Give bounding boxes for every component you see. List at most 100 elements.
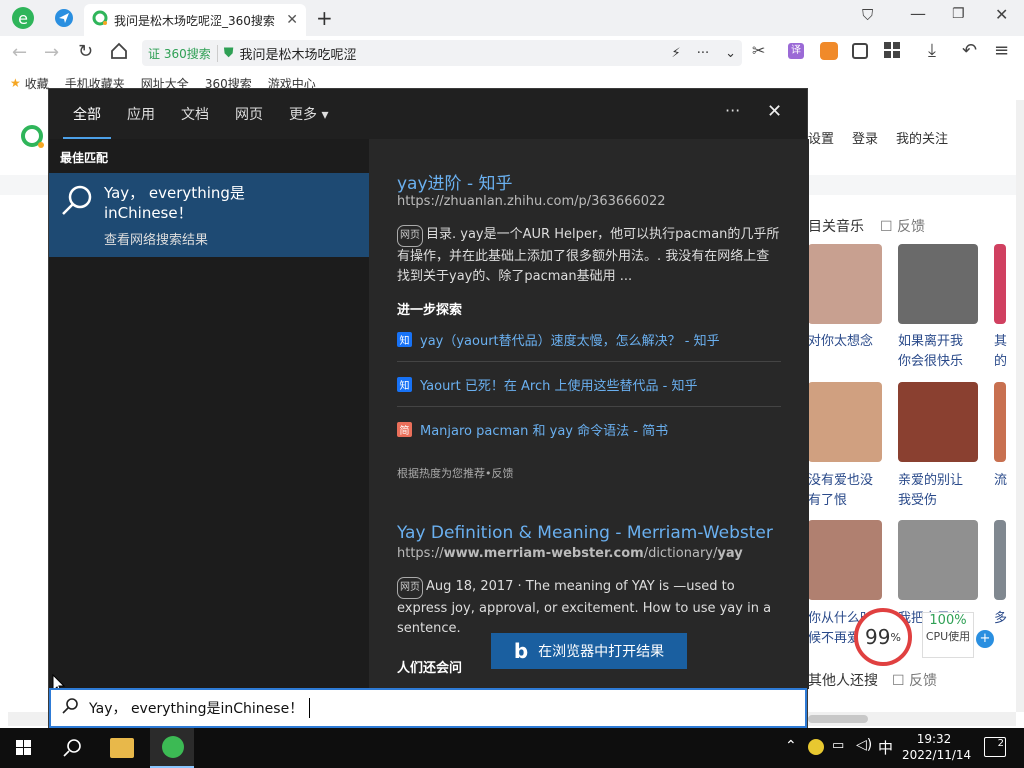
music-caption[interactable]: 多 bbox=[994, 609, 1007, 628]
zhihu-icon: 知 bbox=[397, 331, 412, 347]
volume-icon[interactable]: ◁) bbox=[856, 737, 872, 753]
login-link[interactable]: 登录 bbox=[852, 128, 878, 147]
result-title[interactable]: yay进阶 - 知乎 bbox=[397, 169, 512, 194]
tab-title: 我问是松木场吃呢涩_360搜索 bbox=[114, 13, 275, 28]
tab-more[interactable]: 更多 ▾ bbox=[289, 104, 328, 124]
music-caption[interactable]: 的 bbox=[994, 352, 1007, 371]
home-icon[interactable] bbox=[110, 42, 128, 64]
more-options-icon[interactable]: ··· bbox=[725, 101, 740, 120]
restore-icon[interactable]: ❐ bbox=[952, 6, 965, 22]
close-tab-icon[interactable]: ✕ bbox=[286, 12, 298, 28]
taskbar-browser-button[interactable] bbox=[150, 728, 194, 768]
music-thumb[interactable] bbox=[808, 244, 882, 324]
refresh-icon[interactable]: ↻ bbox=[78, 41, 93, 62]
tab-active[interactable]: 我问是松木场吃呢涩_360搜索 ✕ bbox=[84, 4, 306, 36]
360-logo-icon bbox=[20, 124, 46, 150]
page-scrollbar[interactable] bbox=[1016, 100, 1024, 712]
music-caption[interactable]: 流 bbox=[994, 471, 1007, 490]
url-text: 我问是松木场吃呢涩 bbox=[239, 47, 357, 63]
music-caption[interactable]: 没有爱也没 bbox=[808, 471, 873, 490]
game-icon[interactable] bbox=[820, 42, 838, 60]
close-panel-icon[interactable]: ✕ bbox=[767, 101, 782, 122]
more-dots-icon[interactable]: ··· bbox=[697, 46, 709, 61]
best-match-item[interactable]: Yay， everything是 inChinese！ 查看网络搜索结果 bbox=[49, 173, 369, 257]
lightning-icon[interactable]: ⚡ bbox=[672, 46, 681, 61]
music-caption[interactable]: 其 bbox=[994, 332, 1007, 351]
browser-logo-icon[interactable]: e bbox=[10, 5, 36, 31]
feedback-link[interactable]: ☐ 反馈 bbox=[880, 216, 925, 236]
url-field[interactable]: 证 360搜索 ⛊ 我问是松木场吃呢涩 ⚡ ··· ⌄ bbox=[142, 40, 742, 66]
forward-icon[interactable]: → bbox=[44, 42, 59, 63]
menu-icon[interactable]: ≡ bbox=[994, 40, 1009, 61]
notification-center-icon[interactable]: 2 bbox=[984, 737, 1006, 757]
cpu-widget[interactable]: 99% 100% CPU使用 + bbox=[854, 608, 994, 666]
new-tab-icon[interactable]: + bbox=[316, 6, 333, 30]
windows-start-icon[interactable] bbox=[16, 740, 31, 755]
notification-count: 2 bbox=[997, 738, 1004, 749]
close-window-icon[interactable]: ✕ bbox=[995, 5, 1008, 24]
tab-documents[interactable]: 文档 bbox=[181, 104, 209, 124]
feedback-text: 反馈 bbox=[909, 673, 938, 689]
recommend-note[interactable]: 根据热度为您推荐•反馈 bbox=[397, 465, 514, 481]
open-in-browser-label: 在浏览器中打开结果 bbox=[538, 644, 665, 660]
network-icon[interactable]: ▭ bbox=[832, 738, 844, 753]
apps-grid-icon[interactable] bbox=[884, 42, 900, 58]
music-caption[interactable]: 对你太想念 bbox=[808, 332, 873, 351]
undo-icon[interactable]: ↶ bbox=[962, 40, 977, 61]
music-caption[interactable]: 我受伤 bbox=[898, 491, 937, 510]
clock-date: 2022/11/14 bbox=[902, 748, 972, 762]
follow-link[interactable]: 我的关注 bbox=[896, 128, 948, 147]
search-icon[interactable] bbox=[62, 738, 82, 762]
download-icon[interactable]: ⤓ bbox=[928, 40, 936, 61]
scissors-icon[interactable]: ✂ bbox=[752, 41, 765, 60]
music-caption[interactable]: 有了恨 bbox=[808, 491, 847, 510]
music-thumb[interactable] bbox=[994, 520, 1006, 600]
url-keyword: yay bbox=[717, 546, 743, 561]
music-thumb[interactable] bbox=[994, 382, 1006, 462]
result-title[interactable]: Yay Definition & Meaning - Merriam-Webst… bbox=[397, 523, 773, 543]
shirt-skin-icon[interactable]: ⛉ bbox=[862, 6, 873, 24]
music-caption[interactable]: 候不再爱 bbox=[808, 629, 860, 648]
search-query: Yay， everything是inChinese！ bbox=[89, 701, 304, 717]
translate-icon[interactable]: 译 bbox=[788, 43, 804, 59]
result-url[interactable]: https://zhuanlan.zhihu.com/p/363666022 bbox=[397, 194, 666, 209]
open-in-browser-button[interactable]: b 在浏览器中打开结果 bbox=[491, 633, 687, 669]
search-icon bbox=[59, 183, 95, 219]
music-thumb[interactable] bbox=[898, 244, 978, 324]
back-icon[interactable]: ← bbox=[12, 42, 27, 63]
minimize-icon[interactable]: — bbox=[910, 4, 926, 23]
tab-apps[interactable]: 应用 bbox=[127, 104, 155, 124]
explore-item[interactable]: 知 Yaourt 已死！在 Arch 上使用这些替代品 - 知乎 bbox=[397, 362, 781, 407]
bookmark-item[interactable]: 收藏 bbox=[25, 75, 49, 92]
bing-icon: b bbox=[513, 639, 529, 663]
add-icon[interactable]: + bbox=[976, 630, 994, 648]
browser-tab-bar: e 我问是松木场吃呢涩_360搜索 ✕ + ⛉ — ❐ ✕ bbox=[0, 0, 1024, 36]
clock[interactable]: 19:32 2022/11/14 bbox=[902, 731, 972, 763]
music-thumb[interactable] bbox=[994, 244, 1006, 324]
file-explorer-icon[interactable] bbox=[110, 738, 134, 758]
ime-indicator[interactable]: 中 bbox=[878, 737, 893, 758]
tab-web[interactable]: 网页 bbox=[235, 104, 263, 124]
music-thumb[interactable] bbox=[898, 382, 978, 462]
music-thumb[interactable] bbox=[898, 520, 978, 600]
results-column: yay进阶 - 知乎 https://zhuanlan.zhihu.com/p/… bbox=[369, 139, 809, 689]
music-thumb[interactable] bbox=[808, 520, 882, 600]
explore-item[interactable]: 知 yay（yaourt替代品）速度太慢，怎么解决？ - 知乎 bbox=[397, 317, 781, 362]
send-icon[interactable] bbox=[54, 8, 74, 28]
result-url[interactable]: https://www.merriam-webster.com/dictiona… bbox=[397, 546, 743, 561]
url-domain: www.merriam-webster.com bbox=[443, 546, 644, 561]
explore-item[interactable]: 简 Manjaro pacman 和 yay 命令语法 - 简书 bbox=[397, 407, 781, 452]
music-thumb[interactable] bbox=[808, 382, 882, 462]
tab-all[interactable]: 全部 bbox=[63, 104, 111, 140]
feedback-link[interactable]: ☐ 反馈 bbox=[892, 670, 937, 690]
reader-icon[interactable] bbox=[852, 43, 868, 59]
search-input[interactable]: Yay， everything是inChinese！ bbox=[49, 688, 807, 728]
chevron-down-icon[interactable]: ⌄ bbox=[725, 46, 736, 61]
music-caption[interactable]: 如果离开我 bbox=[898, 332, 963, 351]
chevron-down-icon: ▾ bbox=[321, 107, 329, 123]
tray-expand-icon[interactable]: ⌃ bbox=[785, 738, 797, 754]
tray-360-icon[interactable] bbox=[808, 739, 824, 755]
music-caption[interactable]: 你会很快乐 bbox=[898, 352, 963, 371]
music-caption[interactable]: 亲爱的别让 bbox=[898, 471, 963, 490]
settings-link[interactable]: 设置 bbox=[808, 128, 834, 147]
